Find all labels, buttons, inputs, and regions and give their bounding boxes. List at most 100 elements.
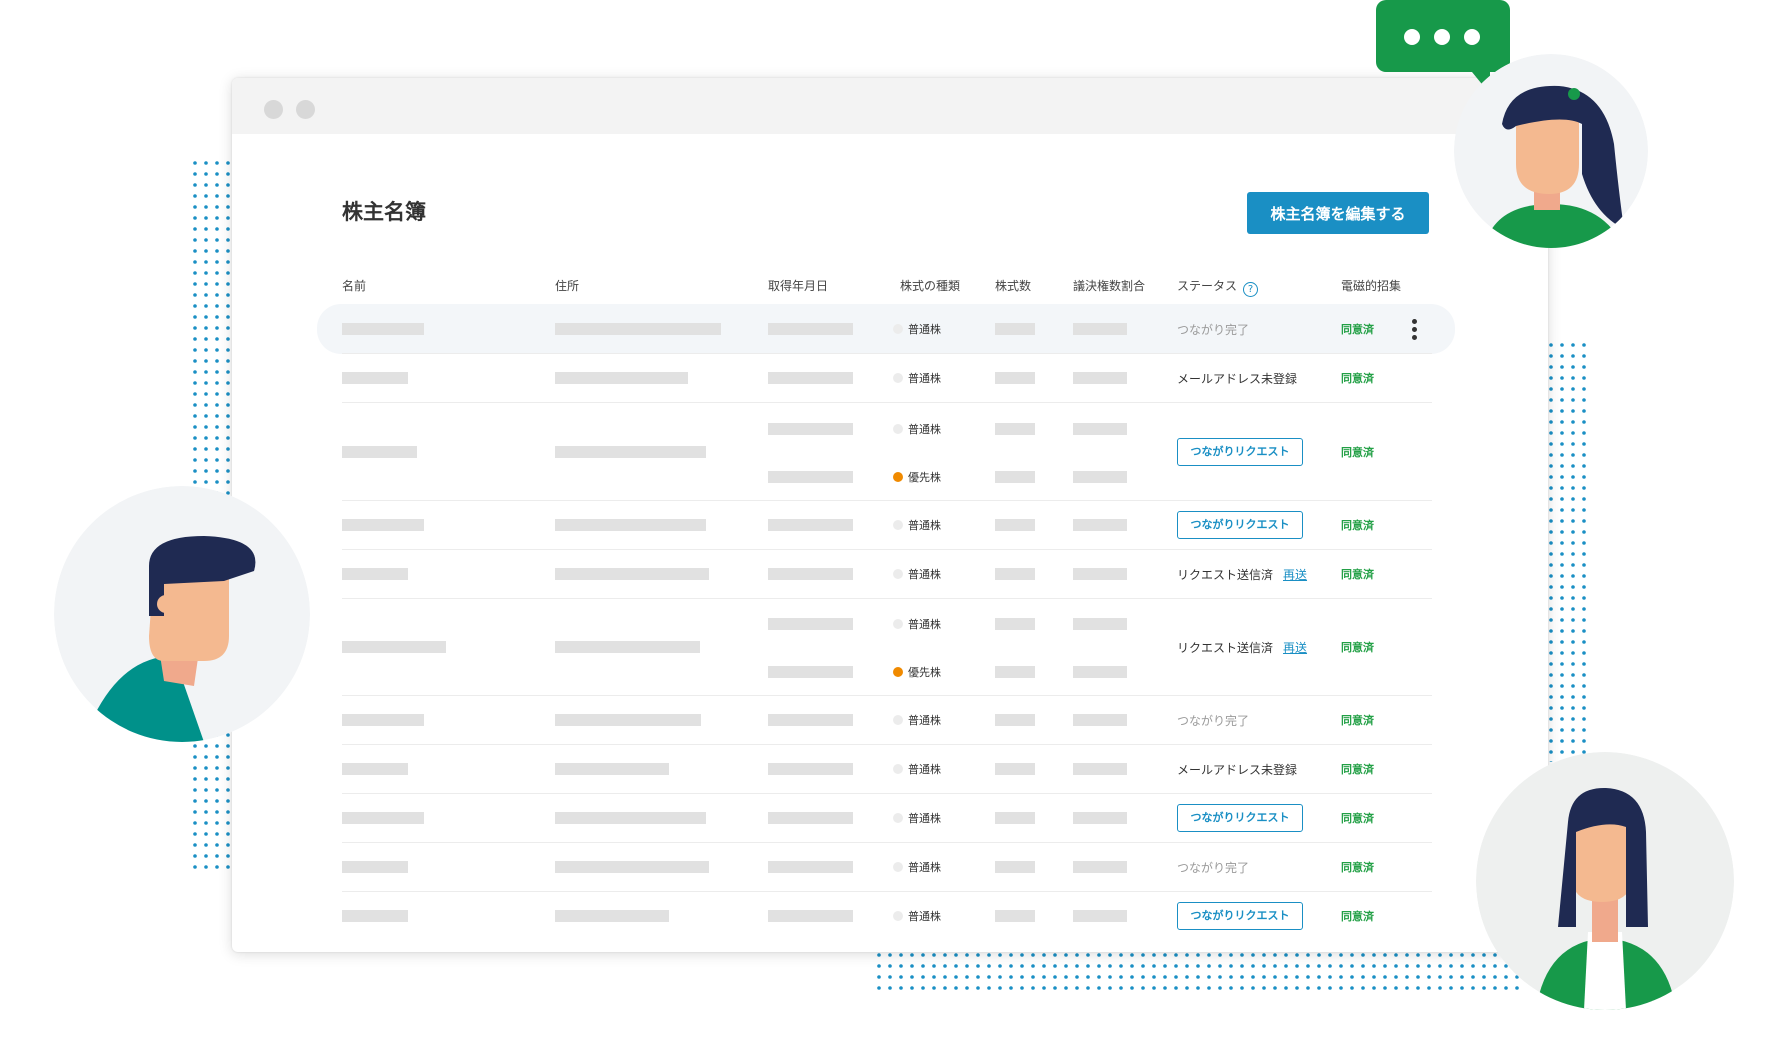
share-type-label: 優先株 [908, 471, 941, 484]
col-voting-ratio: 議決権数割合 [1073, 279, 1146, 293]
e-notice-consent-status: 同意済 [1341, 812, 1374, 825]
name-placeholder [342, 372, 408, 384]
kebab-menu-icon[interactable] [1412, 319, 1418, 343]
share-type-dot-icon [893, 472, 903, 482]
acquired-date-placeholder [768, 423, 853, 435]
acquired-date-placeholder [768, 910, 853, 922]
e-notice-consent-status: 同意済 [1341, 910, 1374, 923]
name-placeholder [342, 641, 446, 653]
connection-request-button[interactable]: つながりリクエスト [1177, 438, 1303, 466]
share-count-placeholder [995, 861, 1035, 873]
connection-request-button[interactable]: つながりリクエスト [1177, 804, 1303, 832]
status-text: つながり完了 [1177, 321, 1249, 338]
share-type-label: 普通株 [908, 861, 941, 874]
share-type: 普通株 [893, 616, 941, 632]
row-divider [342, 793, 1432, 794]
voting-ratio-placeholder [1073, 323, 1127, 335]
share-type-label: 普通株 [908, 568, 941, 581]
acquired-date-placeholder [768, 763, 853, 775]
edit-shareholder-register-button[interactable]: 株主名簿を編集する [1247, 192, 1429, 234]
address-placeholder [555, 641, 700, 653]
e-notice-consent-status: 同意済 [1341, 763, 1374, 776]
share-count-placeholder [995, 763, 1035, 775]
voting-ratio-placeholder [1073, 568, 1127, 580]
address-placeholder [555, 568, 709, 580]
acquired-date-placeholder [768, 519, 853, 531]
window-dot-minimize[interactable] [296, 100, 315, 119]
resend-link[interactable]: 再送 [1283, 568, 1307, 582]
share-type-label: 普通株 [908, 423, 941, 436]
share-type-label: 普通株 [908, 372, 941, 385]
share-type: 優先株 [893, 469, 941, 485]
name-placeholder [342, 812, 424, 824]
status-label: メールアドレス未登録 [1177, 372, 1298, 386]
acquired-date-placeholder [768, 471, 853, 483]
status-label: つながり完了 [1177, 714, 1250, 728]
voting-ratio-placeholder [1073, 666, 1127, 678]
row-divider [342, 500, 1432, 501]
status-text: つながり完了 [1177, 712, 1249, 729]
window-dot-close[interactable] [264, 100, 283, 119]
e-notice-consent-status: 同意済 [1341, 568, 1374, 581]
share-type-dot-icon [893, 619, 903, 629]
share-type: 普通株 [893, 421, 941, 437]
share-count-placeholder [995, 568, 1035, 580]
voting-ratio-placeholder [1073, 861, 1127, 873]
name-placeholder [342, 714, 424, 726]
avatar-woman-ponytail [1454, 54, 1648, 248]
avatar-man [54, 486, 310, 742]
share-type-dot-icon [893, 373, 903, 383]
connection-request-button[interactable]: つながりリクエスト [1177, 902, 1303, 930]
acquired-date-placeholder [768, 568, 853, 580]
address-placeholder [555, 763, 669, 775]
status-text: リクエスト送信済 再送 [1177, 639, 1307, 656]
share-type-dot-icon [893, 324, 903, 334]
e-notice-consent-status: 同意済 [1341, 323, 1374, 336]
row-divider [342, 353, 1432, 354]
share-type: 普通株 [893, 321, 941, 337]
share-count-placeholder [995, 812, 1035, 824]
acquired-date-placeholder [768, 372, 853, 384]
question-circle-icon[interactable]: ? [1243, 282, 1259, 297]
row-divider [342, 549, 1432, 550]
acquired-date-placeholder [768, 618, 853, 630]
share-type-dot-icon [893, 764, 903, 774]
share-type-dot-icon [893, 424, 903, 434]
voting-ratio-placeholder [1073, 471, 1127, 483]
voting-ratio-placeholder [1073, 423, 1127, 435]
share-count-placeholder [995, 372, 1035, 384]
col-share-type: 株式の種類 [900, 279, 961, 293]
name-placeholder [342, 763, 408, 775]
share-type-label: 普通株 [908, 323, 941, 336]
name-placeholder [342, 519, 424, 531]
share-count-placeholder [995, 323, 1035, 335]
col-status: ステータス? [1177, 277, 1259, 297]
share-count-placeholder [995, 618, 1035, 630]
share-type-label: 普通株 [908, 812, 941, 825]
share-count-placeholder [995, 910, 1035, 922]
share-type-dot-icon [893, 569, 903, 579]
voting-ratio-placeholder [1073, 812, 1127, 824]
share-type: 普通株 [893, 517, 941, 533]
share-count-placeholder [995, 519, 1035, 531]
status-label: つながり完了 [1177, 861, 1250, 875]
acquired-date-placeholder [768, 666, 853, 678]
col-e-notice: 電磁的招集 [1341, 279, 1402, 293]
voting-ratio-placeholder [1073, 910, 1127, 922]
e-notice-consent-status: 同意済 [1341, 372, 1374, 385]
share-type-dot-icon [893, 911, 903, 921]
acquired-date-placeholder [768, 861, 853, 873]
name-placeholder [342, 861, 408, 873]
col-address: 住所 [555, 279, 580, 293]
share-count-placeholder [995, 666, 1035, 678]
name-placeholder [342, 910, 408, 922]
connection-request-button[interactable]: つながりリクエスト [1177, 511, 1303, 539]
col-acquired-date: 取得年月日 [768, 279, 829, 293]
page-title: 株主名簿 [342, 200, 426, 224]
resend-link[interactable]: 再送 [1283, 641, 1307, 655]
share-type-label: 優先株 [908, 666, 941, 679]
share-type-label: 普通株 [908, 910, 941, 923]
voting-ratio-placeholder [1073, 763, 1127, 775]
share-type-label: 普通株 [908, 763, 941, 776]
e-notice-consent-status: 同意済 [1341, 446, 1374, 459]
